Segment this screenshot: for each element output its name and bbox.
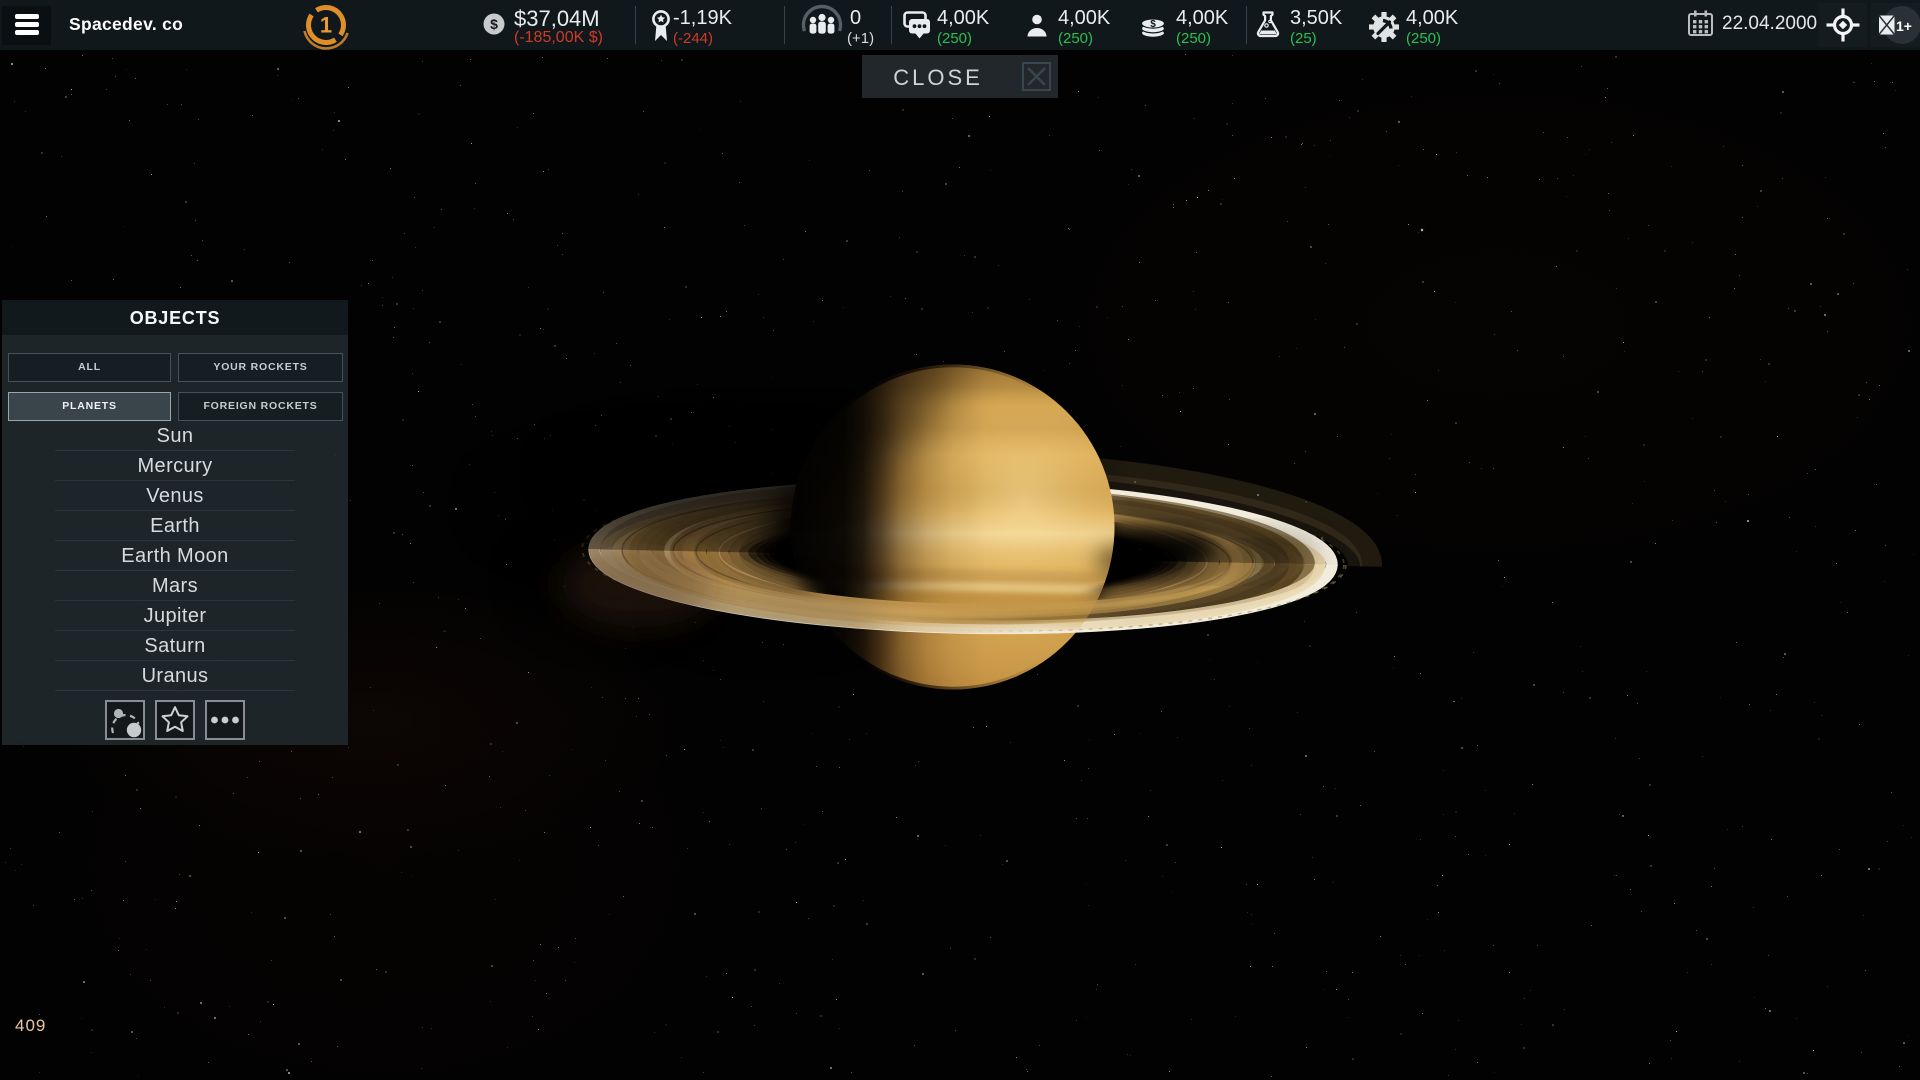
svg-text:$: $	[1150, 19, 1156, 30]
svg-text:$: $	[490, 16, 498, 32]
svg-text:1+: 1+	[1896, 18, 1912, 34]
svg-text:1: 1	[320, 13, 332, 38]
